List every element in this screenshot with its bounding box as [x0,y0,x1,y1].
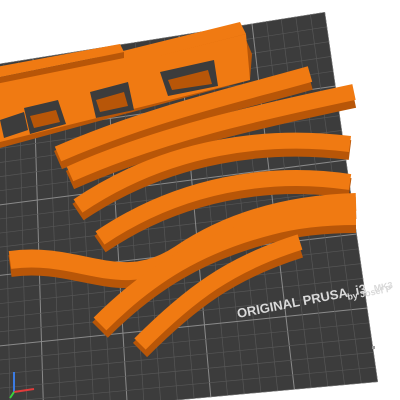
print-bed-scene[interactable]: ORIGINAL PRUSA i3 MK3 by Josef P [0,0,400,400]
bed-corner-marker [372,346,375,349]
3d-viewport[interactable]: ORIGINAL PRUSA i3 MK3 by Josef P [0,0,400,400]
